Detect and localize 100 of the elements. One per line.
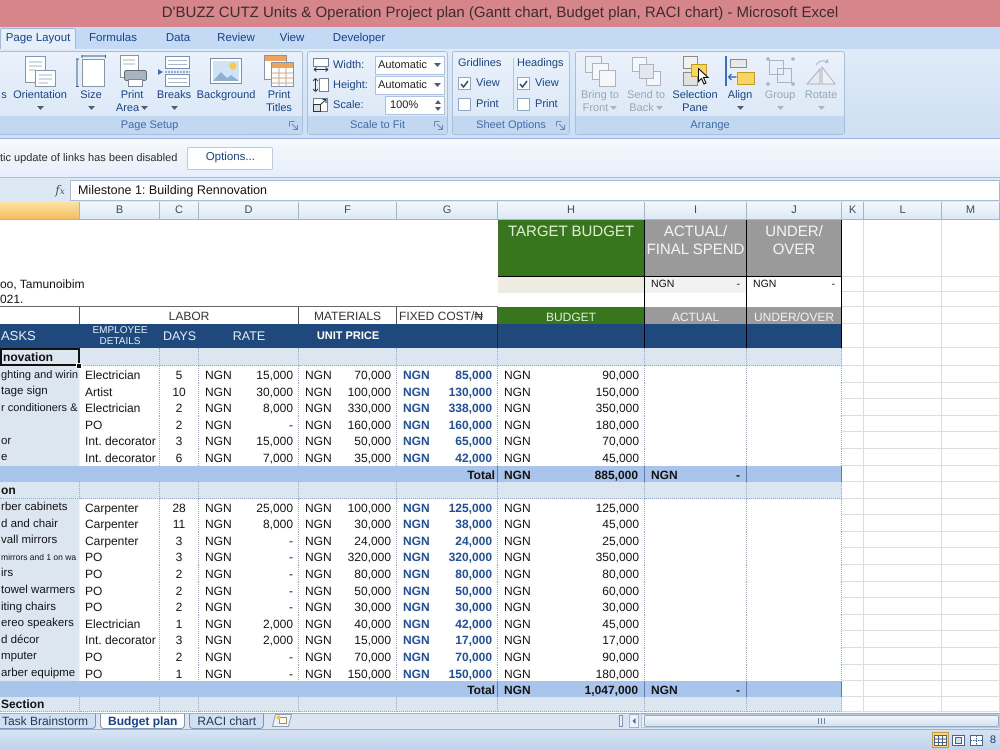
currency-code: NGN xyxy=(305,532,332,550)
dialog-launcher-icon[interactable] xyxy=(434,121,443,130)
column-heading: RATE xyxy=(232,328,266,345)
column-header[interactable]: H xyxy=(498,202,645,220)
column-header[interactable] xyxy=(0,202,80,220)
fixed-cost-value: 30,000 xyxy=(455,599,492,616)
ribbon-tab[interactable]: Formulas xyxy=(76,28,150,49)
column-header[interactable]: J xyxy=(747,202,842,220)
dropdown[interactable]: Automatic xyxy=(375,56,445,74)
currency-code: NGN xyxy=(305,549,332,566)
column-header[interactable]: G xyxy=(397,202,498,220)
scrollbar-thumb[interactable] xyxy=(644,715,999,727)
insert-sheet-icon[interactable] xyxy=(272,714,292,727)
formula-field[interactable]: Milestone 1: Building Rennovation xyxy=(70,180,1000,200)
currency-code: NGN xyxy=(504,466,531,484)
rate-value: 7,000 xyxy=(262,450,293,467)
empty-cell xyxy=(942,307,1000,324)
budget-value: 90,000 xyxy=(602,648,639,666)
empty-cell xyxy=(942,416,1000,432)
days-value: 10 xyxy=(172,384,186,401)
ribbon-tab[interactable]: View xyxy=(266,28,318,49)
unit-price-value: 80,000 xyxy=(354,566,391,583)
budget-value: 350,000 xyxy=(596,400,639,418)
sheet-tab[interactable]: RACI chart xyxy=(189,714,264,729)
checkbox[interactable] xyxy=(517,77,530,90)
section-title[interactable]: Section xyxy=(0,697,80,712)
ribbon-tab[interactable]: Developer xyxy=(318,28,400,49)
insert-function-button[interactable]: f$_{x}$ xyxy=(52,181,68,199)
note-text: oo, Tamunoibim xyxy=(0,277,84,291)
currency-code: NGN xyxy=(305,500,332,517)
budget-total-value: 1,047,000 xyxy=(584,682,638,700)
print-titles-button[interactable]: Print Titles xyxy=(258,52,300,116)
section-title[interactable]: novation xyxy=(0,348,80,366)
currency-code: NGN xyxy=(205,616,232,633)
employee-name: Int. decorator xyxy=(85,450,156,467)
column-header[interactable]: D xyxy=(199,202,299,220)
column-header[interactable]: M xyxy=(942,202,1000,220)
checkbox[interactable] xyxy=(458,77,471,90)
print-area-button[interactable]: Print Area xyxy=(110,52,154,116)
currency-code: NGN xyxy=(205,516,232,534)
checkbox[interactable] xyxy=(517,98,530,111)
column-header[interactable]: L xyxy=(864,202,942,220)
fill-handle[interactable] xyxy=(76,363,82,369)
sheet-tab[interactable]: Task Brainstorm xyxy=(0,714,96,729)
breaks-button[interactable]: Breaks xyxy=(154,52,194,116)
size-button[interactable]: Size xyxy=(72,52,110,116)
tab-split-handle[interactable] xyxy=(619,715,623,727)
sheet-tab[interactable]: Budget plan xyxy=(100,714,186,729)
rate-value: - xyxy=(289,599,293,616)
currency-code: NGN xyxy=(205,599,232,616)
dialog-launcher-icon[interactable] xyxy=(289,121,298,130)
column-header[interactable]: C xyxy=(160,202,199,220)
spin-box[interactable]: 100% xyxy=(385,96,445,114)
currency-code: NGN xyxy=(403,384,430,401)
dropdown[interactable]: Automatic xyxy=(375,76,445,94)
budget-value: 180,000 xyxy=(596,666,639,682)
currency-code: NGN xyxy=(305,616,332,633)
fixed-cost-value: 160,000 xyxy=(448,416,492,434)
ribbon-tab[interactable]: Data xyxy=(150,28,206,49)
column-header[interactable]: I xyxy=(645,202,747,220)
currency-code: NGN xyxy=(205,367,232,384)
option-group-title: Gridlines xyxy=(458,56,502,72)
currency-code: NGN xyxy=(403,516,430,534)
unit-price-value: 100,000 xyxy=(348,384,391,401)
orientation-button[interactable]: Orientation xyxy=(8,52,72,116)
column-header[interactable]: F xyxy=(299,202,397,220)
grip-icon xyxy=(818,718,825,724)
column-heading: ACTUAL/ FINAL SPEND xyxy=(645,220,747,277)
column-header[interactable]: K xyxy=(842,202,864,220)
empty-cell xyxy=(942,292,1000,307)
unit-price-value: 70,000 xyxy=(354,648,391,666)
empty-cell xyxy=(842,292,864,307)
options-button[interactable]: Options... xyxy=(187,146,274,170)
checkbox[interactable] xyxy=(458,98,471,111)
window-title: D'BUZZ CUTZ Units & Operation Project plan (Gantt chart, Budget plan, RACI chart) - Microsoft Excel xyxy=(162,3,838,24)
background-button[interactable]: Background xyxy=(194,52,258,116)
align-button[interactable]: Align xyxy=(721,52,759,116)
normal-view-button[interactable] xyxy=(932,732,949,748)
employee-name: PO xyxy=(85,416,102,434)
column-heading: EMPLOYEE DETAILS xyxy=(92,325,148,347)
empty-cell xyxy=(942,220,1000,277)
dialog-launcher-icon[interactable] xyxy=(556,121,565,130)
scale-icon xyxy=(313,98,329,112)
currency-code: NGN xyxy=(305,433,332,450)
ribbon-button[interactable]: s xyxy=(0,52,8,116)
days-value: 2 xyxy=(176,416,182,434)
ribbon-tab[interactable]: Page Layout xyxy=(0,28,76,49)
scroll-left-button[interactable] xyxy=(629,714,639,728)
group-shapes-icon xyxy=(766,56,794,86)
days-value: 6 xyxy=(176,450,182,467)
page-layout-view-button[interactable] xyxy=(950,732,967,748)
currency-code: NGN xyxy=(504,616,531,633)
ribbon-tab[interactable]: Review xyxy=(206,28,266,49)
horizontal-scrollbar[interactable] xyxy=(641,714,1000,728)
checkbox-label: Print xyxy=(476,97,499,112)
page-break-preview-button[interactable] xyxy=(968,732,985,748)
rate-value: - xyxy=(289,582,293,600)
empty-cell xyxy=(942,498,1000,516)
column-header[interactable]: B xyxy=(80,202,160,220)
fixed-cost-value: 50,000 xyxy=(455,582,492,600)
